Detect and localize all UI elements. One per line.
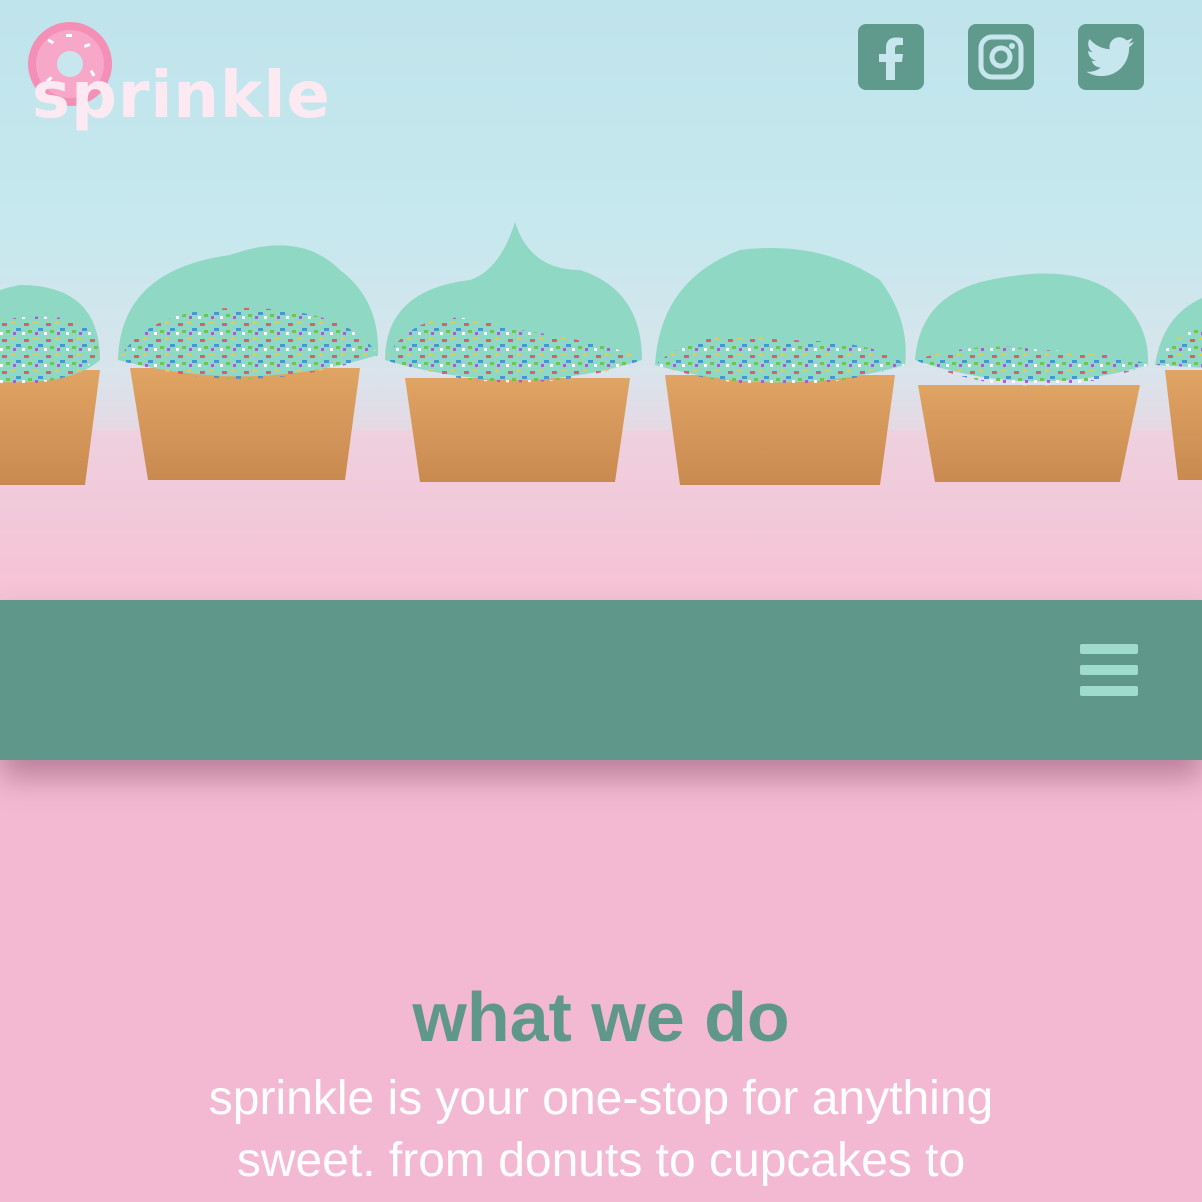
what-we-do-section: what we do sprinkle is your one-stop for… bbox=[0, 760, 1202, 1202]
instagram-icon[interactable] bbox=[968, 24, 1034, 90]
brand-wordmark: sprinkle bbox=[32, 59, 331, 133]
nav-bar bbox=[0, 600, 1202, 760]
facebook-icon[interactable] bbox=[858, 24, 924, 90]
section-title: what we do bbox=[412, 978, 790, 1056]
hamburger-menu-icon[interactable] bbox=[1080, 644, 1138, 696]
twitter-icon[interactable] bbox=[1078, 24, 1144, 90]
section-body: sprinkle is your one-stop for anything s… bbox=[208, 1072, 994, 1187]
social-links bbox=[858, 24, 1144, 90]
logo[interactable]: sprinkle bbox=[26, 20, 330, 130]
hero-banner: sprinkle bbox=[0, 0, 1202, 600]
